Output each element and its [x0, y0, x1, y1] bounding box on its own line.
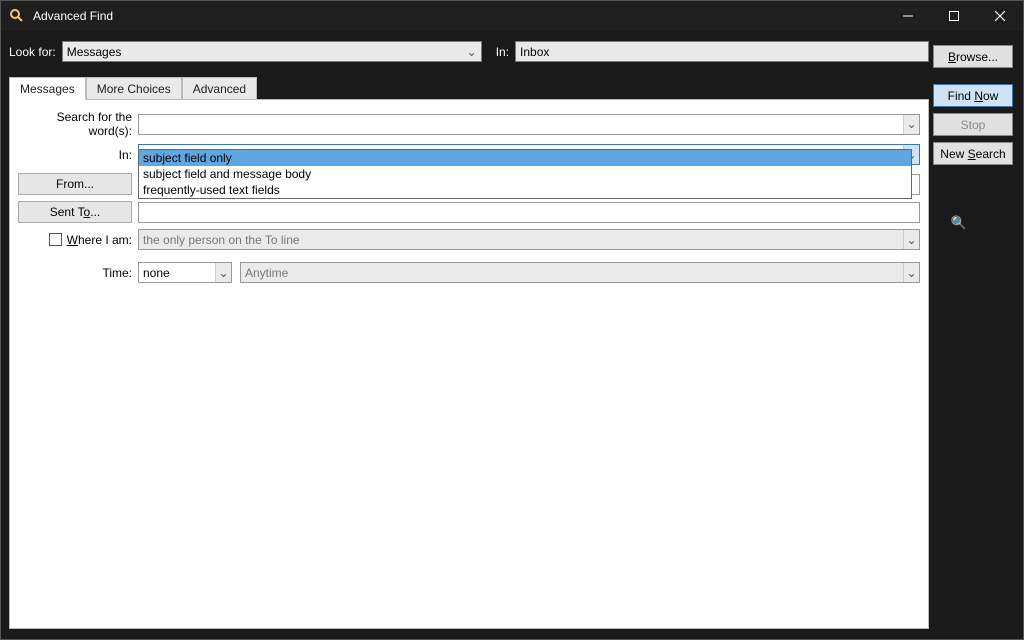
where-checkbox[interactable]	[49, 233, 62, 246]
tab-messages[interactable]: Messages	[9, 77, 86, 100]
search-words-input[interactable]: ⌄	[138, 114, 920, 135]
look-for-value: Messages	[67, 45, 122, 59]
time-range-dropdown: Anytime⌄	[240, 262, 920, 283]
in-field-label: In:	[18, 148, 138, 162]
new-search-button[interactable]: New Search	[933, 142, 1013, 165]
advanced-find-window: Advanced Find Look for: Messages ⌄ In: I…	[0, 0, 1024, 640]
in-field-dropdown-list: subject field only subject field and mes…	[138, 149, 912, 199]
chevron-down-icon: ⌄	[467, 45, 477, 59]
where-row: Where I am: the only person on the To li…	[18, 229, 920, 250]
where-dropdown: the only person on the To line⌄	[138, 229, 920, 250]
tabstrip: Messages More Choices Advanced	[9, 76, 929, 99]
dropdown-option-frequent-fields[interactable]: frequently-used text fields	[139, 182, 911, 198]
window-buttons	[885, 1, 1023, 31]
minimize-button[interactable]	[885, 1, 931, 31]
window-title: Advanced Find	[33, 9, 885, 23]
look-for-dropdown[interactable]: Messages ⌄	[62, 41, 482, 62]
chevron-down-icon: ⌄	[903, 230, 919, 249]
sent-to-row: Sent To...	[18, 201, 920, 223]
dropdown-option-subject-body[interactable]: subject field and message body	[139, 166, 911, 182]
time-row: Time: none⌄ Anytime⌄	[18, 262, 920, 283]
messages-panel: Search for the word(s): ⌄ In: subject fi…	[9, 99, 929, 629]
time-dropdown[interactable]: none⌄	[138, 262, 232, 283]
stop-button: Stop	[933, 113, 1013, 136]
tab-area: Messages More Choices Advanced Search fo…	[9, 76, 929, 629]
chevron-down-icon[interactable]: ⌄	[903, 115, 919, 134]
time-label: Time:	[18, 266, 138, 280]
close-button[interactable]	[977, 1, 1023, 31]
sent-to-button[interactable]: Sent To...	[18, 201, 132, 223]
search-words-label: Search for the word(s):	[18, 110, 138, 138]
in-folder-field[interactable]: Inbox	[515, 41, 929, 62]
look-for-label: Look for:	[9, 45, 56, 59]
in-folder-value: Inbox	[520, 45, 549, 59]
tab-more-choices[interactable]: More Choices	[86, 77, 182, 100]
topbar: Look for: Messages ⌄ In: Inbox	[1, 31, 1023, 66]
action-buttons: Browse... Find Now Stop New Search	[933, 45, 1013, 165]
magnifier-icon: 🔍	[951, 215, 967, 231]
titlebar: Advanced Find	[1, 1, 1023, 31]
tab-advanced[interactable]: Advanced	[182, 77, 257, 100]
search-words-row: Search for the word(s): ⌄	[18, 110, 920, 138]
sent-to-input[interactable]	[138, 202, 920, 223]
dropdown-option-subject-only[interactable]: subject field only	[139, 150, 911, 166]
maximize-button[interactable]	[931, 1, 977, 31]
in-folder-label: In:	[496, 45, 509, 59]
chevron-down-icon: ⌄	[903, 263, 919, 282]
find-now-button[interactable]: Find Now	[933, 84, 1013, 107]
where-label: Where I am:	[67, 233, 132, 247]
chevron-down-icon[interactable]: ⌄	[215, 263, 231, 282]
find-icon	[9, 8, 25, 24]
browse-button[interactable]: Browse...	[933, 45, 1013, 68]
from-button[interactable]: From...	[18, 173, 132, 195]
